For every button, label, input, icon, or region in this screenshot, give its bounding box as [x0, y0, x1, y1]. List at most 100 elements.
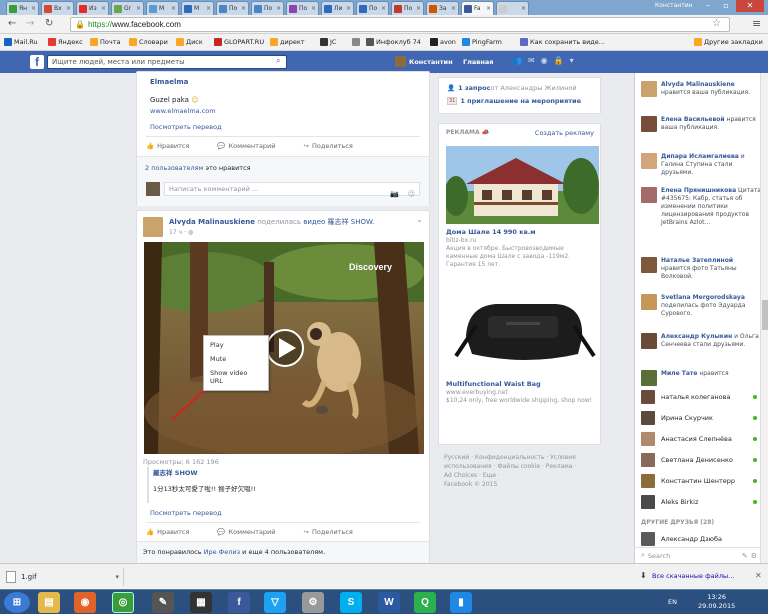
- post-author[interactable]: Elmaelma: [150, 78, 188, 86]
- tab-close-icon[interactable]: ×: [171, 5, 176, 12]
- show-all-downloads-link[interactable]: Все скачанные файлы...: [652, 572, 734, 580]
- footer-line-2[interactable]: использования · Файлы cookie · Реклама ·: [444, 462, 604, 471]
- facebook-logo-icon[interactable]: f: [30, 55, 44, 69]
- firefox-icon[interactable]: ◉: [74, 592, 96, 613]
- minimize-button[interactable]: –: [700, 0, 716, 12]
- ticker-name[interactable]: Alvyda Malinauskiene: [661, 81, 735, 88]
- tab-close-icon[interactable]: ×: [416, 5, 421, 12]
- bookmark-star-icon[interactable]: ☆: [712, 18, 721, 29]
- browser-tab[interactable]: За ×: [426, 1, 459, 15]
- bookmark-item[interactable]: PingFarm: [462, 38, 502, 46]
- app-icon-2[interactable]: ▦: [190, 592, 212, 613]
- download-item[interactable]: 1.gif ▾: [6, 568, 124, 586]
- app-icon-3[interactable]: ▽: [264, 592, 286, 613]
- new-group-icon[interactable]: ✎: [742, 552, 748, 560]
- post-link[interactable]: www.elmaelma.com: [150, 107, 216, 115]
- chat-friend[interactable]: Ирина Скурчик: [635, 410, 757, 426]
- bookmark-item[interactable]: Инфоклуб 74: [366, 38, 421, 46]
- event-invite-row[interactable]: 31 1 приглашение на мероприятие: [447, 97, 592, 105]
- video-link[interactable]: видео: [303, 218, 325, 226]
- tab-close-icon[interactable]: ×: [206, 5, 211, 12]
- bookmark-item[interactable]: Mail.Ru: [4, 38, 38, 46]
- language-indicator[interactable]: EN: [668, 598, 677, 606]
- ticker-item[interactable]: Svetlana Mergorodskaya поделилась фото Э…: [635, 294, 761, 318]
- browser-tab[interactable]: M ×: [146, 1, 179, 15]
- browser-tab[interactable]: Gr ×: [111, 1, 144, 15]
- browser-tab[interactable]: ×: [496, 1, 529, 15]
- tab-close-icon[interactable]: ×: [276, 5, 281, 12]
- translate-link[interactable]: Посмотреть перевод: [150, 509, 222, 517]
- browser-tab[interactable]: По ×: [251, 1, 284, 15]
- chat-friend[interactable]: Анастасия Слепнёва: [635, 431, 757, 447]
- ticker-name[interactable]: Елена Прянишникова: [661, 187, 736, 194]
- avatar[interactable]: [143, 217, 163, 237]
- bookmark-item[interactable]: Словари: [129, 38, 168, 46]
- ticker-item[interactable]: Миле Тате нравится: [635, 370, 761, 386]
- like-button[interactable]: 👍 Нравится: [146, 142, 189, 150]
- home-link[interactable]: Главная: [463, 58, 493, 66]
- camera-icon[interactable]: 📷: [390, 190, 399, 198]
- browser-tab[interactable]: Вх ×: [41, 1, 74, 15]
- chat-friend[interactable]: наталья колеганова: [635, 389, 757, 405]
- tab-close-icon[interactable]: ×: [311, 5, 316, 12]
- bookmark-item[interactable]: Диск: [176, 38, 203, 46]
- search-icon[interactable]: ⌕: [276, 56, 280, 66]
- facebook-taskbar-icon[interactable]: f: [228, 592, 250, 613]
- tab-close-icon[interactable]: ×: [521, 5, 526, 12]
- app-icon-4[interactable]: ⚙: [302, 592, 324, 613]
- chat-settings-icon[interactable]: ⚙: [751, 552, 757, 560]
- ad1-title[interactable]: Дома Шале 14 990 кв.м: [446, 228, 536, 236]
- chat-friend[interactable]: Константин Шентерр: [635, 473, 757, 489]
- chat-friend[interactable]: Aleks Birkiz: [635, 494, 757, 510]
- browser-tab[interactable]: М ×: [181, 1, 214, 15]
- chat-friend[interactable]: Александр Дзюба: [635, 531, 757, 547]
- bookmark-item[interactable]: директ: [270, 38, 305, 46]
- friend-requests-icon[interactable]: 👥: [512, 56, 522, 65]
- post-options-icon[interactable]: ⌄: [416, 215, 423, 224]
- comment-button[interactable]: 💬 Комментарий: [217, 142, 275, 150]
- tab-close-icon[interactable]: ×: [136, 5, 141, 12]
- ad-house-image[interactable]: [446, 146, 599, 224]
- bookmark-item[interactable]: Почта: [90, 38, 120, 46]
- browser-tab[interactable]: По ×: [286, 1, 319, 15]
- page-scrollbar[interactable]: [760, 73, 768, 563]
- comment-button[interactable]: 💬 Комментарий: [217, 528, 275, 536]
- ticker-item[interactable]: Елена Васильевой нравится ваша публикаци…: [635, 116, 761, 132]
- browser-tab[interactable]: Ли ×: [321, 1, 354, 15]
- tab-close-icon[interactable]: ×: [31, 5, 36, 12]
- ticker-name[interactable]: Миле Тате: [661, 370, 697, 377]
- browser-tab[interactable]: Из ×: [76, 1, 109, 15]
- chevron-down-icon[interactable]: ▾: [115, 573, 119, 581]
- browser-tab[interactable]: Fa ×: [461, 1, 494, 15]
- post-author[interactable]: Alvyda Malinauskiene: [169, 218, 255, 226]
- like-button[interactable]: 👍 Нравится: [146, 528, 189, 536]
- ticker-name[interactable]: Svetlana Mergorodskaya: [661, 294, 745, 301]
- account-dropdown-icon[interactable]: ▾: [570, 56, 574, 65]
- share-button[interactable]: ↪ Поделиться: [304, 142, 353, 150]
- ad-bag-image[interactable]: [446, 276, 599, 376]
- context-mute[interactable]: Mute: [204, 352, 268, 366]
- url-input[interactable]: 🔒 https://www.facebook.com: [70, 17, 730, 32]
- browser-menu-icon[interactable]: ≡: [752, 17, 761, 30]
- skype-icon[interactable]: S: [340, 592, 362, 613]
- ticker-name[interactable]: Дипара Исламгалиева: [661, 153, 739, 160]
- tab-close-icon[interactable]: ×: [66, 5, 71, 12]
- ad2-title[interactable]: Multifunctional Waist Bag: [446, 380, 541, 388]
- scrollbar-thumb[interactable]: [762, 300, 768, 330]
- bookmark-item[interactable]: avon: [430, 38, 456, 46]
- tab-close-icon[interactable]: ×: [486, 5, 491, 12]
- explorer-icon[interactable]: ▤: [38, 592, 60, 613]
- bookmark-item[interactable]: [352, 38, 362, 46]
- emoji-icon[interactable]: ☺: [408, 190, 415, 198]
- maximize-button[interactable]: ▫: [718, 0, 734, 12]
- context-play[interactable]: Play: [204, 338, 268, 352]
- footer-line-1[interactable]: Русский · Конфиденциальность · Условия: [444, 453, 604, 462]
- ticker-item[interactable]: Alvyda Malinauskiene нравится ваша публи…: [635, 81, 761, 97]
- create-ad-link[interactable]: Создать рекламу: [535, 129, 594, 137]
- tab-close-icon[interactable]: ×: [381, 5, 386, 12]
- close-icon[interactable]: ✕: [755, 571, 762, 580]
- bookmark-item[interactable]: JC: [320, 38, 336, 46]
- tab-close-icon[interactable]: ×: [346, 5, 351, 12]
- bookmark-item[interactable]: Яндекс: [48, 38, 83, 46]
- browser-tab[interactable]: По ×: [391, 1, 424, 15]
